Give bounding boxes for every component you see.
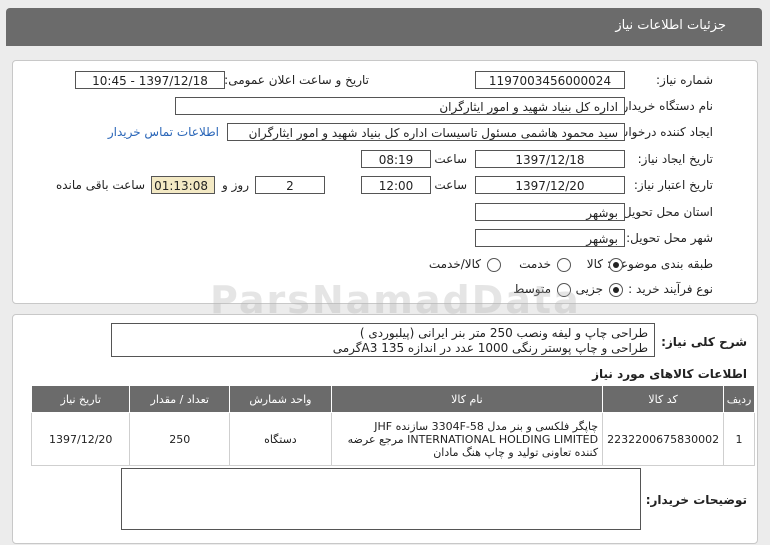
process-label: نوع فرآیند خرید : bbox=[628, 282, 713, 296]
category-radio-goods-service[interactable] bbox=[487, 258, 501, 272]
announce-label: تاریخ و ساعت اعلان عمومی: bbox=[224, 73, 369, 87]
validity-time-label: ساعت bbox=[434, 178, 467, 192]
category-radio-service[interactable] bbox=[557, 258, 571, 272]
process-radio-medium[interactable] bbox=[557, 283, 571, 297]
need-number-field[interactable]: 1197003456000024 bbox=[475, 71, 625, 89]
summary-line-2: طراحی و چاپ پوستر رنگی 1000 عدد در انداز… bbox=[332, 341, 648, 355]
col-row: ردیف bbox=[723, 385, 755, 413]
validity-date-field[interactable]: 1397/12/20 bbox=[475, 176, 625, 194]
buyer-contact-link[interactable]: اطلاعات تماس خریدار bbox=[108, 125, 219, 139]
process-option-medium: متوسط bbox=[513, 282, 551, 296]
buyer-label: نام دستگاه خریدار: bbox=[618, 99, 714, 113]
col-unit: واحد شمارش bbox=[229, 385, 332, 413]
city-field[interactable]: بوشهر bbox=[475, 229, 625, 247]
cell-row: 1 bbox=[723, 412, 755, 466]
goods-table-header: ردیف کد کالا نام کالا واحد شمارش تعداد /… bbox=[30, 385, 755, 413]
validity-time-field[interactable]: 12:00 bbox=[361, 176, 431, 194]
need-number-label: شماره نیاز: bbox=[656, 73, 713, 87]
created-time-field[interactable]: 08:19 bbox=[361, 150, 431, 168]
goods-table: ردیف کد کالا نام کالا واحد شمارش تعداد /… bbox=[30, 385, 755, 466]
summary-label: شرح کلی نیاز: bbox=[661, 335, 747, 349]
need-details-panel: شماره نیاز: 1197003456000024 تاریخ و ساع… bbox=[12, 60, 758, 304]
category-option-service: خدمت bbox=[519, 257, 551, 271]
buyer-notes-label: توضیحات خریدار: bbox=[645, 493, 747, 507]
cell-unit: دستگاه bbox=[229, 412, 332, 466]
category-option-goods: کالا bbox=[586, 257, 603, 271]
summary-field[interactable]: طراحی چاپ و لیفه ونصب 250 متر بنر ایرانی… bbox=[111, 323, 655, 357]
summary-line-1: طراحی چاپ و لیفه ونصب 250 متر بنر ایرانی… bbox=[359, 326, 648, 340]
col-date: تاریخ نیاز bbox=[30, 385, 131, 413]
table-row[interactable]: 1 2232200675830002 چاپگر فلکسی و بنر مدل… bbox=[30, 412, 755, 466]
process-radio-minor[interactable] bbox=[609, 283, 623, 297]
cell-code: 2232200675830002 bbox=[602, 412, 725, 466]
col-code: کد کالا bbox=[602, 385, 725, 413]
created-time-label: ساعت bbox=[434, 152, 467, 166]
requester-field[interactable]: سید محمود هاشمی مسئول تاسیسات اداره کل ب… bbox=[227, 123, 625, 141]
city-label: شهر محل تحویل: bbox=[626, 231, 713, 245]
page-title: جزئیات اطلاعات نیاز bbox=[615, 18, 726, 33]
category-option-goods-service: کالا/خدمت bbox=[428, 257, 481, 271]
cell-qty: 250 bbox=[129, 412, 231, 466]
buyer-field[interactable]: اداره کل بنیاد شهید و امور ایثارگران bbox=[175, 97, 625, 115]
validity-date-label: تاریخ اعتبار نیاز: bbox=[633, 178, 713, 192]
category-radio-goods[interactable] bbox=[609, 258, 623, 272]
province-label: استان محل تحویل: bbox=[618, 205, 713, 219]
col-qty: تعداد / مقدار bbox=[129, 385, 231, 413]
process-option-minor: جزیی bbox=[575, 282, 603, 296]
days-label: روز و bbox=[222, 178, 249, 192]
remaining-label: ساعت باقی مانده bbox=[55, 178, 145, 192]
created-date-label: تاریخ ایجاد نیاز: bbox=[637, 152, 713, 166]
col-name: نام کالا bbox=[330, 385, 604, 413]
created-date-field[interactable]: 1397/12/18 bbox=[475, 150, 625, 168]
goods-section-title: اطلاعات کالاهای مورد نیاز bbox=[592, 367, 747, 381]
announce-field[interactable]: 1397/12/18 - 10:45 bbox=[75, 71, 225, 89]
cell-name: چاپگر فلکسی و بنر مدل 3304F-58 سازنده JH… bbox=[330, 412, 604, 466]
goods-panel: شرح کلی نیاز: طراحی چاپ و لیفه ونصب 250 … bbox=[12, 314, 758, 544]
remaining-time-field: 01:13:08 bbox=[151, 176, 215, 194]
province-field[interactable]: بوشهر bbox=[475, 203, 625, 221]
cell-date: 1397/12/20 bbox=[30, 412, 131, 466]
days-field[interactable]: 2 bbox=[255, 176, 325, 194]
buyer-notes-field[interactable] bbox=[121, 468, 641, 530]
page-header: جزئیات اطلاعات نیاز bbox=[6, 8, 762, 46]
